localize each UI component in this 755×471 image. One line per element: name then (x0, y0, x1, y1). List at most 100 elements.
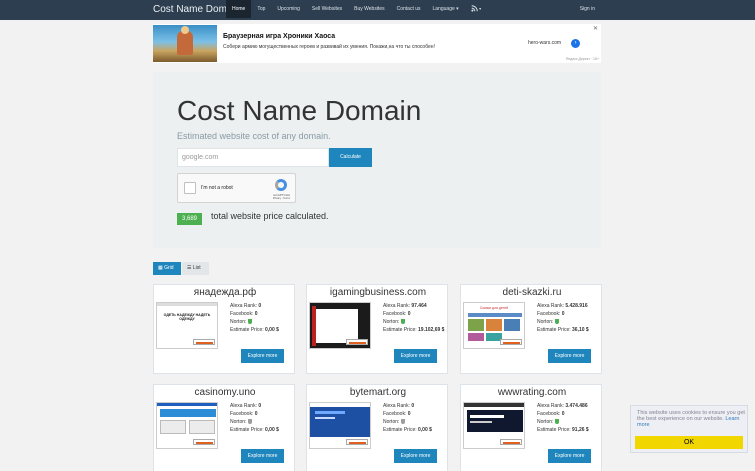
domain-card: deti-skazki.ru Сказки для детей Alexa Rank… (460, 284, 602, 374)
domain-card: casinomy.uno Alexa Rank: 0 Facebook: 0 Nort… (153, 384, 295, 471)
facebook-row: Facebook: 0 (230, 311, 258, 317)
facebook-row: Facebook: 0 (537, 411, 565, 417)
page-title: Cost Name Domain (177, 95, 422, 126)
norton-shield-icon (400, 319, 405, 325)
estimate-price-row: Estimate Price: 36,10 $ (537, 327, 589, 333)
norton-shield-icon (554, 419, 559, 425)
estimate-price-row: Estimate Price: 0,00 $ (230, 327, 279, 333)
domain-card: igamingbusiness.com Alexa Rank: 97.464 Fac… (306, 284, 448, 374)
norton-shield-icon (247, 419, 252, 425)
nav-language-dropdown[interactable]: Language ▾ (427, 0, 465, 18)
norton-row: Norton: (383, 318, 444, 326)
norton-shield-icon (554, 319, 559, 325)
thumbnail-logo-badge (500, 339, 522, 345)
domain-input[interactable] (177, 148, 329, 167)
card-domain-link[interactable]: deti-skazki.ru (461, 286, 603, 299)
price-counter-label: total website price calculated. (211, 211, 329, 221)
hero-panel: Cost Name Domain Estimated website cost … (153, 72, 601, 248)
card-stats: Alexa Rank: 0 Facebook: 0 Norton: Estimate… (383, 402, 432, 434)
nav-buy-websites[interactable]: Buy Websites (348, 0, 390, 18)
alexa-rank-row: Alexa Rank: 0 (230, 303, 262, 309)
card-thumbnail[interactable] (463, 402, 525, 449)
nav-contact-us[interactable]: Contact us (391, 0, 427, 18)
card-thumbnail[interactable] (309, 302, 371, 349)
alexa-rank-row: Alexa Rank: 97.464 (383, 303, 427, 309)
estimate-price-row: Estimate Price: 0,00 $ (383, 427, 432, 433)
ad-title[interactable]: Браузерная игра Хроники Хаоса (223, 33, 335, 40)
explore-more-button[interactable]: Explore more (394, 449, 437, 463)
recaptcha-links[interactable]: Privacy - Terms (273, 197, 290, 200)
card-domain-link[interactable]: casinomy.uno (154, 386, 296, 399)
ad-image[interactable] (153, 25, 217, 62)
card-domain-link[interactable]: янадежда.рф (154, 286, 296, 299)
explore-more-button[interactable]: Explore more (548, 349, 591, 363)
page-subtitle: Estimated website cost of any domain. (177, 131, 331, 141)
recaptcha-widget: I'm not a robot reCAPTCHA Privacy - Term… (177, 173, 296, 203)
card-thumbnail[interactable] (309, 402, 371, 449)
ad-footer: Яндекс.Директ · 18+ (565, 57, 599, 61)
cookie-banner: This website uses cookies to ensure you … (630, 405, 748, 453)
nav-home[interactable]: Home (226, 0, 252, 18)
grid-view-button[interactable]: ▦ Grid (153, 262, 181, 275)
alexa-rank-row: Alexa Rank: 0 (383, 403, 415, 409)
recaptcha-logo-icon (275, 179, 287, 191)
cookie-text: This website uses cookies to ensure you … (637, 410, 745, 428)
thumbnail-logo-badge (346, 339, 368, 345)
ad-domain[interactable]: hero-wars.com (528, 40, 561, 46)
signin-link[interactable]: Sign in (580, 0, 595, 18)
thumbnail-logo-badge (346, 439, 368, 445)
calculate-button[interactable]: Calculate (329, 148, 372, 167)
alexa-rank-row: Alexa Rank: 3.474.486 (537, 403, 588, 409)
thumbnail-logo-badge (193, 339, 215, 345)
norton-row: Norton: (537, 418, 589, 426)
domain-card: wwwrating.com Alexa Rank: 3.474.486 Facebo… (460, 384, 602, 471)
norton-shield-icon (400, 419, 405, 425)
domain-card: bytemart.org Alexa Rank: 0 Facebook: 0 Nort… (306, 384, 448, 471)
list-view-button[interactable]: ☰ List (182, 262, 209, 275)
explore-more-button[interactable]: Explore more (394, 349, 437, 363)
norton-row: Norton: (230, 418, 279, 426)
card-thumbnail[interactable]: ОДЕТЬ НАДЕЖДУ НАДЕТЬ ОДЕЖДУ (156, 302, 218, 349)
estimate-price-row: Estimate Price: 19.102,69 $ (383, 327, 445, 333)
card-stats: Alexa Rank: 97.464 Facebook: 0 Norton: Est… (383, 302, 444, 334)
nav-upcoming[interactable]: Upcoming (271, 0, 306, 18)
norton-row: Norton: (383, 418, 432, 426)
explore-more-button[interactable]: Explore more (241, 449, 284, 463)
navbar: Cost Name Domain Home Top Upcoming Sell … (0, 0, 755, 20)
thumbnail-logo-badge (500, 439, 522, 445)
explore-more-button[interactable]: Explore more (241, 349, 284, 363)
domain-card: янадежда.рф ОДЕТЬ НАДЕЖДУ НАДЕТЬ ОДЕЖДУ Al… (153, 284, 295, 374)
ad-close-icon[interactable]: ✕ (593, 25, 598, 32)
card-domain-link[interactable]: bytemart.org (307, 386, 449, 399)
alexa-rank-row: Alexa Rank: 5.428.916 (537, 303, 588, 309)
main-nav: Home Top Upcoming Sell Websites Buy Webs… (226, 0, 487, 20)
facebook-row: Facebook: 0 (383, 311, 411, 317)
nav-top[interactable]: Top (251, 0, 271, 18)
card-stats: Alexa Rank: 3.474.486 Facebook: 0 Norton: … (537, 402, 589, 434)
cookie-ok-button[interactable]: OK (635, 436, 743, 449)
recaptcha-checkbox[interactable] (184, 182, 196, 194)
norton-shield-icon (247, 319, 252, 325)
norton-row: Norton: (230, 318, 279, 326)
recaptcha-label: I'm not a robot (201, 185, 233, 191)
nav-sell-websites[interactable]: Sell Websites (306, 0, 348, 18)
alexa-rank-row: Alexa Rank: 0 (230, 403, 262, 409)
ad-banner[interactable]: Браузерная игра Хроники Хаоса Собери арм… (153, 24, 601, 63)
price-counter-badge: 3,689 (177, 213, 203, 225)
card-stats: Alexa Rank: 0 Facebook: 0 Norton: Estimate… (230, 302, 279, 334)
estimate-price-row: Estimate Price: 0,00 $ (230, 427, 279, 433)
ad-arrow-icon[interactable]: › (571, 39, 580, 48)
explore-more-button[interactable]: Explore more (548, 449, 591, 463)
norton-row: Norton: (537, 318, 589, 326)
facebook-row: Facebook: 0 (537, 311, 565, 317)
card-thumbnail[interactable] (156, 402, 218, 449)
card-domain-link[interactable]: wwwrating.com (461, 386, 603, 399)
facebook-row: Facebook: 0 (383, 411, 411, 417)
ad-subtitle: Собери армию могущественных героев и раз… (223, 44, 435, 50)
card-stats: Alexa Rank: 0 Facebook: 0 Norton: Estimate… (230, 402, 279, 434)
card-thumbnail[interactable]: Сказки для детей (463, 302, 525, 349)
rss-icon[interactable]: ▾ (465, 0, 487, 18)
card-stats: Alexa Rank: 5.428.916 Facebook: 0 Norton: … (537, 302, 589, 334)
thumbnail-logo-badge (193, 439, 215, 445)
card-domain-link[interactable]: igamingbusiness.com (307, 286, 449, 299)
